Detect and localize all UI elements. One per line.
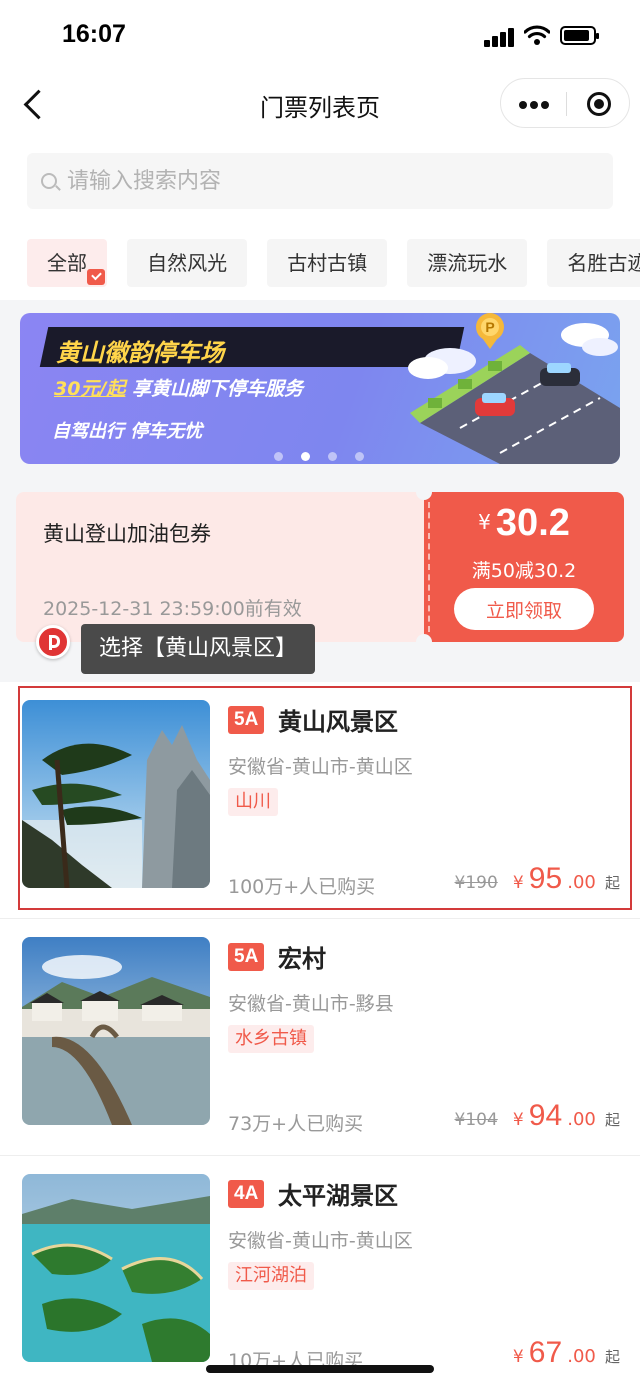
status-time: 16:07 [62, 20, 126, 48]
scenic-location: 安徽省-黄山市-黄山区 [228, 756, 413, 778]
scenic-thumbnail [22, 700, 210, 888]
original-price: ¥190 [454, 873, 498, 893]
search-box[interactable] [27, 153, 613, 209]
scenic-name: 太平湖景区 [278, 1182, 398, 1210]
action-tooltip: 选择【黄山风景区】 [81, 624, 316, 674]
price-suffix: 起 [604, 1348, 620, 1366]
price: ¥190 ¥ 95 .00 起 [455, 862, 621, 896]
scenic-item-taiping-lake[interactable]: 4A 太平湖景区 安徽省-黄山市-黄山区 江河湖泊 10万+人已购买 ¥ 67 … [0, 1156, 640, 1385]
status-bar: 16:07 [0, 0, 640, 70]
coupon-value-panel: ¥ 30.2 满50减30.2 立即领取 [424, 492, 624, 642]
category-tab-rafting[interactable]: 漂流玩水 [407, 239, 528, 287]
price-decimal: .00 [567, 1346, 596, 1367]
scenic-name: 宏村 [278, 945, 326, 973]
category-tab-label: 古村古镇 [287, 251, 368, 275]
banner-pagination [274, 446, 382, 461]
price-decimal: .00 [567, 1109, 596, 1130]
more-icon[interactable] [519, 101, 549, 109]
parking-pin-letter: P [485, 319, 494, 335]
sold-count: 100万+人已购买 [228, 876, 376, 898]
banner-slogan: 自驾出行 停车无忧 [52, 421, 203, 442]
price-integer: 95 [528, 862, 563, 895]
category-tab-all[interactable]: 全部 [27, 239, 107, 287]
check-icon [87, 269, 105, 285]
claim-coupon-button[interactable]: 立即领取 [454, 588, 594, 630]
banner-dot-active [301, 452, 310, 461]
coupon-name: 黄山登山加油包券 [43, 522, 211, 546]
grade-badge: 5A [228, 706, 265, 734]
capsule-divider [566, 92, 567, 116]
scenic-name: 黄山风景区 [278, 708, 398, 736]
price-currency: ¥ [512, 1110, 524, 1130]
close-miniprogram-icon[interactable] [587, 92, 611, 116]
battery-icon [560, 26, 599, 45]
miniprogram-capsule [500, 78, 630, 128]
scenic-item-hongcun[interactable]: 5A 宏村 安徽省-黄山市-黟县 水乡古镇 73万+人已购买 ¥104 ¥ 94… [0, 919, 640, 1156]
coupon-notch [416, 484, 432, 500]
search-input[interactable] [67, 161, 587, 201]
banner-price: 30元/起 [54, 378, 126, 400]
banner-subtitle-text: 享黄山脚下停车服务 [132, 378, 304, 400]
scenic-tag: 水乡古镇 [228, 1025, 314, 1053]
coupon-condition: 满50减30.2 [471, 560, 577, 582]
scenic-location: 安徽省-黄山市-黄山区 [228, 1230, 413, 1252]
price-integer: 94 [528, 1099, 563, 1132]
scenic-tag: 山川 [228, 788, 278, 816]
scenic-tag: 江河湖泊 [228, 1262, 314, 1290]
original-price: ¥104 [454, 1110, 498, 1130]
banner-dot [328, 452, 337, 461]
wifi-icon [524, 25, 550, 45]
scenic-location: 安徽省-黄山市-黟县 [228, 993, 394, 1015]
category-tab-label: 漂流玩水 [427, 251, 508, 275]
grade-badge: 4A [228, 1180, 265, 1208]
scenic-thumbnail [22, 937, 210, 1125]
price-currency: ¥ [512, 873, 524, 893]
coupon-amount: ¥ 30.2 [424, 502, 624, 545]
scenic-thumbnail [22, 1174, 210, 1362]
coupon-notch [416, 634, 432, 650]
scenic-item-huangshan[interactable]: 5A 黄山风景区 安徽省-黄山市-黄山区 山川 100万+人已购买 ¥190 ¥… [0, 682, 640, 919]
category-tab-label: 全部 [47, 251, 87, 275]
category-tab-label: 名胜古迹 [567, 251, 640, 275]
search-icon [41, 173, 57, 189]
price-decimal: .00 [567, 872, 596, 893]
coupon-card: 黄山登山加油包券 2025-12-31 23:59:00前有效 ¥ 30.2 满… [16, 484, 624, 650]
action-pin-icon [36, 625, 70, 659]
coupon-currency: ¥ [478, 510, 491, 534]
home-indicator[interactable] [206, 1365, 434, 1373]
category-tab-nature[interactable]: 自然风光 [127, 239, 248, 287]
banner-subtitle: 30元/起 享黄山脚下停车服务 [54, 374, 303, 401]
parking-banner[interactable]: 黄山徽韵停车场 30元/起 享黄山脚下停车服务 自驾出行 停车无忧 P [20, 313, 620, 464]
banner-title: 黄山徽韵停车场 [56, 339, 224, 367]
nav-bar: 门票列表页 [0, 70, 640, 138]
scenic-list: 5A 黄山风景区 安徽省-黄山市-黄山区 山川 100万+人已购买 ¥190 ¥… [0, 682, 640, 1385]
coupon-expire: 2025-12-31 23:59:00前有效 [43, 598, 302, 620]
price-integer: 67 [528, 1336, 563, 1369]
grade-badge: 5A [228, 943, 265, 971]
price-currency: ¥ [512, 1347, 524, 1367]
parking-lot-illustration: P [408, 313, 620, 464]
category-tab-ancient-village[interactable]: 古村古镇 [267, 239, 388, 287]
banner-dot [274, 452, 283, 461]
price-suffix: 起 [604, 1111, 620, 1129]
category-tab-label: 自然风光 [147, 251, 228, 275]
price-suffix: 起 [604, 874, 620, 892]
sold-count: 73万+人已购买 [228, 1113, 364, 1135]
category-tabs: 全部 自然风光 古村古镇 漂流玩水 名胜古迹 [27, 239, 640, 289]
signal-icon [484, 27, 516, 47]
price: ¥ 67 .00 起 [513, 1336, 620, 1370]
coupon-amount-value: 30.2 [495, 502, 570, 544]
price: ¥104 ¥ 94 .00 起 [455, 1099, 621, 1133]
coupon-info: 黄山登山加油包券 2025-12-31 23:59:00前有效 [16, 492, 424, 642]
category-tab-historic-sites[interactable]: 名胜古迹 [547, 239, 640, 287]
banner-dot [355, 452, 364, 461]
